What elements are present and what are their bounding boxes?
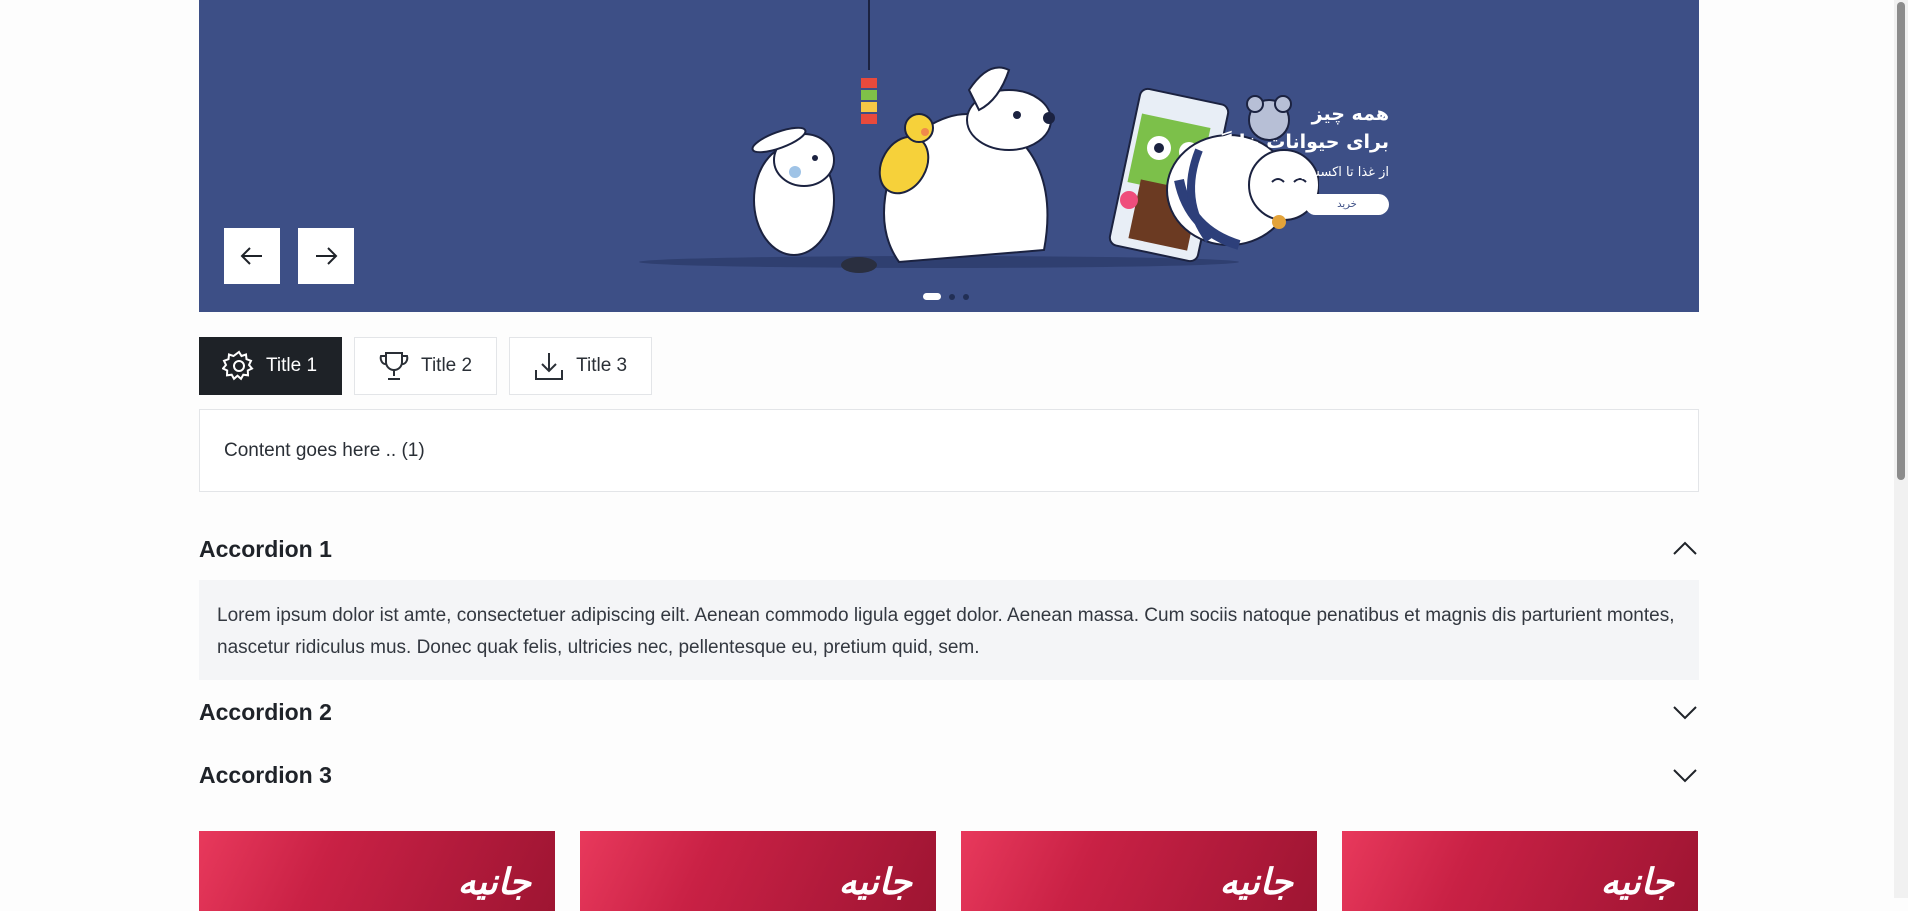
accordion-1-panel: Lorem ipsum dolor ist amte, consectetuer…: [199, 580, 1699, 680]
promo-card[interactable]: جانیه: [1342, 831, 1698, 911]
brand-logo: جانیه: [1600, 861, 1674, 903]
tab-label: Title 3: [576, 355, 628, 376]
brand-logo: جانیه: [838, 861, 912, 903]
slider-pagination: [923, 293, 969, 300]
tab-title-2[interactable]: Title 2: [354, 337, 498, 395]
promo-card-row: جانیه جانیه جانیه جانیه: [199, 831, 1698, 911]
tab-title-3[interactable]: Title 3: [509, 337, 653, 395]
promo-card[interactable]: جانیه: [580, 831, 936, 911]
hero-slider: همه چیز برای حیوانات خانگی از غذا تا اکس…: [199, 0, 1699, 312]
chevron-down-icon: [1673, 706, 1697, 720]
tab-panel: Content goes here .. (1): [199, 409, 1699, 492]
brand-logo: جانیه: [457, 861, 531, 903]
hero-headline: همه چیز: [1311, 103, 1389, 125]
page-scrollbar[interactable]: [1894, 0, 1908, 898]
chevron-up-icon: [1673, 541, 1697, 555]
arrow-left-icon: [240, 247, 262, 265]
hero-shop-button[interactable]: خرید: [1305, 194, 1389, 215]
promo-card[interactable]: جانیه: [199, 831, 555, 911]
tab-panel-text: Content goes here .. (1): [224, 439, 425, 461]
tab-bar: Title 1 Title 2 Title 3: [199, 337, 653, 395]
tab-label: Title 1: [266, 355, 318, 376]
accordion-title: Accordion 3: [199, 761, 332, 788]
tab-title-1[interactable]: Title 1: [199, 337, 343, 395]
accordion-title: Accordion 1: [199, 535, 332, 562]
tab-label: Title 2: [421, 355, 473, 376]
trophy-icon: [379, 352, 409, 380]
accordion-body-text: Lorem ipsum dolor ist amte, consectetuer…: [217, 605, 1675, 658]
gear-icon: [222, 350, 254, 381]
accordion-3-header[interactable]: Accordion 3: [199, 753, 1699, 797]
slider-dot-2[interactable]: [949, 293, 955, 300]
promo-card[interactable]: جانیه: [961, 831, 1317, 911]
hero-tagline: از غذا تا اکسسوری: [1285, 165, 1389, 180]
slider-dot-1[interactable]: [923, 293, 941, 300]
scrollbar-thumb[interactable]: [1897, 2, 1905, 480]
slider-dot-3[interactable]: [963, 293, 969, 300]
hero-subheadline: برای حیوانات خانگی: [1201, 131, 1389, 153]
hero-text-block: همه چیز برای حیوانات خانگی از غذا تا اکس…: [1201, 100, 1389, 215]
arrow-right-icon: [316, 247, 338, 265]
slider-prev-button[interactable]: [224, 228, 280, 284]
chevron-down-icon: [1673, 769, 1697, 783]
accordion-title: Accordion 2: [199, 698, 332, 725]
accordion-2-header[interactable]: Accordion 2: [199, 690, 1699, 734]
accordion-1-header[interactable]: Accordion 1: [199, 527, 1699, 571]
slider-next-button[interactable]: [298, 228, 354, 284]
download-icon: [535, 353, 564, 380]
brand-logo: جانیه: [1219, 861, 1293, 903]
